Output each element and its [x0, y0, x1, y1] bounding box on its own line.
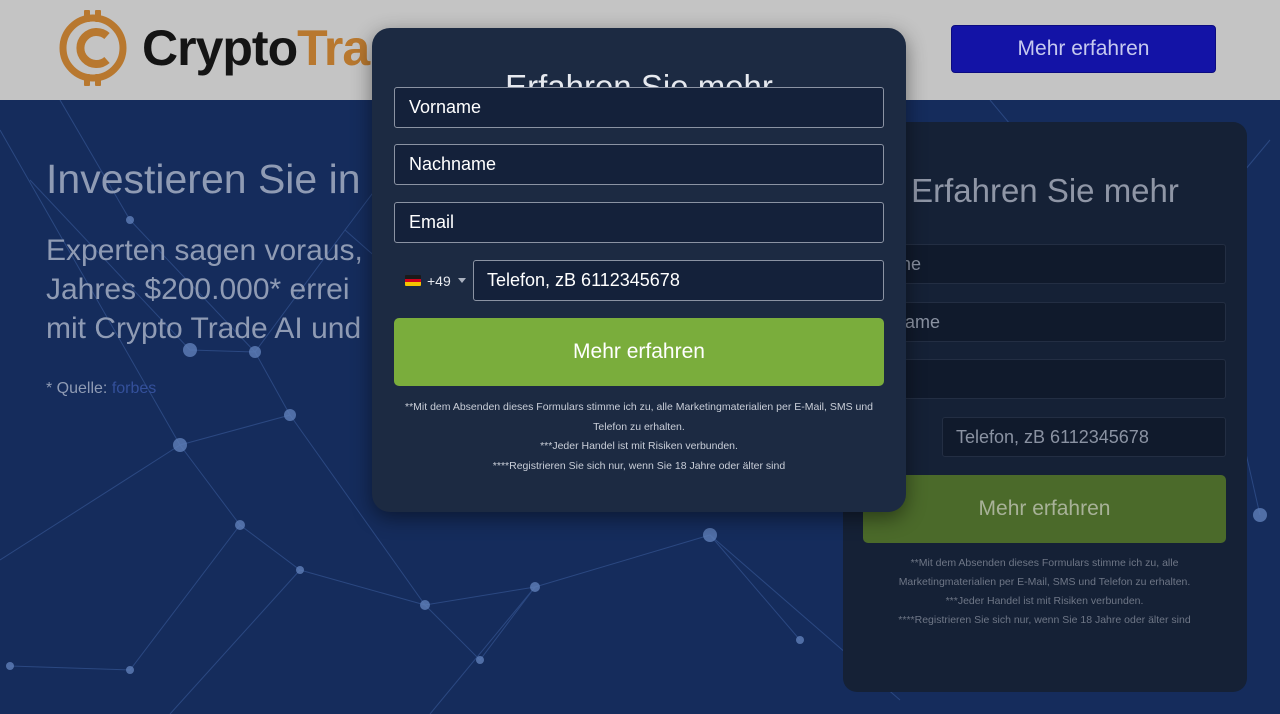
- disclaimer-line: **Mit dem Absenden dieses Formulars stim…: [404, 401, 874, 433]
- lastname-input[interactable]: [394, 144, 884, 185]
- hero-headline: Investieren Sie in: [46, 156, 361, 202]
- source-note: * Quelle: forbes: [46, 380, 156, 398]
- submit-button[interactable]: Mehr erfahren: [394, 318, 884, 386]
- form-disclaimer: **Mit dem Absenden dieses Formulars stim…: [394, 398, 884, 476]
- hero-subtitle: Experten sagen voraus, Jahres $200.000* …: [46, 231, 363, 348]
- signup-modal: Erfahren Sie mehr +49 Telefon, zB 611234…: [372, 28, 906, 512]
- disclaimer-line: ***Jeder Handel ist mit Risiken verbunde…: [540, 440, 738, 452]
- brand-name-part1: Crypto: [142, 20, 298, 76]
- header-cta-button[interactable]: Mehr erfahren: [951, 25, 1216, 73]
- brand-name[interactable]: CryptoTra: [142, 18, 370, 78]
- source-link[interactable]: forbes: [112, 380, 156, 397]
- side-firstname-input[interactable]: name: [863, 244, 1226, 284]
- country-code-select[interactable]: +49: [394, 260, 470, 301]
- side-lastname-input[interactable]: chname: [863, 302, 1226, 342]
- email-input[interactable]: [394, 202, 884, 243]
- firstname-input[interactable]: [394, 87, 884, 128]
- disclaimer-line: **Mit dem Absenden dieses Formulars stim…: [898, 557, 1191, 588]
- side-phone-input[interactable]: Telefon, zB 6112345678: [942, 417, 1226, 457]
- disclaimer-line: ****Registrieren Sie sich nur, wenn Sie …: [492, 459, 786, 472]
- country-code: +49: [427, 272, 451, 289]
- chevron-down-icon: [457, 278, 466, 283]
- disclaimer-line: ****Registrieren Sie sich nur, wenn Sie …: [898, 614, 1191, 626]
- phone-input[interactable]: Telefon, zB 6112345678: [473, 260, 884, 301]
- side-email-input[interactable]: ail: [863, 359, 1226, 399]
- disclaimer-line: ***Jeder Handel ist mit Risiken verbunde…: [945, 595, 1144, 607]
- side-submit-button[interactable]: Mehr erfahren: [863, 475, 1226, 543]
- bitcoin-coin-logo-icon[interactable]: [55, 8, 131, 88]
- side-form-disclaimer: **Mit dem Absenden dieses Formulars stim…: [873, 554, 1216, 630]
- source-label: * Quelle:: [46, 380, 108, 397]
- hero-subtitle-line: Jahres $200.000* errei: [46, 273, 350, 306]
- germany-flag-icon: [405, 275, 421, 286]
- hero-subtitle-line: Experten sagen voraus,: [46, 234, 363, 267]
- hero-subtitle-line: mit Crypto Trade AI und: [46, 312, 362, 345]
- brand-name-part2: Tra: [297, 20, 370, 76]
